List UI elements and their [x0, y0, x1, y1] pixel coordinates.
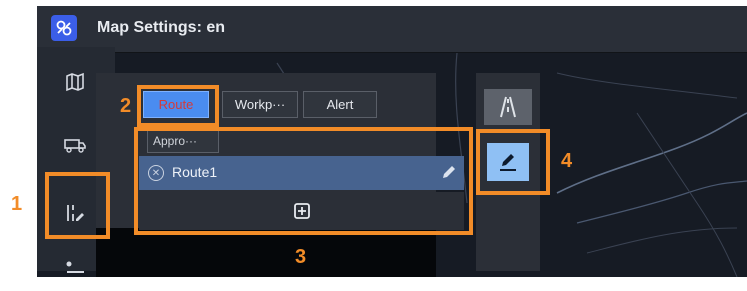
- callout-number-3: 3: [295, 246, 307, 268]
- callout-box-1: [45, 172, 110, 239]
- layer-icon[interactable]: [50, 249, 100, 291]
- callout-box-3: [134, 127, 473, 235]
- callout-number-2: 2: [120, 95, 132, 117]
- title-bar: Map Settings: en: [37, 6, 747, 53]
- map-icon[interactable]: [50, 61, 100, 103]
- callout-number-4: 4: [561, 150, 573, 172]
- app-logo-icon: [51, 15, 77, 41]
- tab-alert[interactable]: Alert: [303, 91, 377, 118]
- callout-number-1: 1: [11, 193, 23, 215]
- road-icon: [500, 96, 516, 118]
- tab-workplace[interactable]: Workp···: [222, 91, 298, 118]
- callout-box-2: [137, 85, 219, 127]
- road-view-button[interactable]: [484, 89, 532, 125]
- window-title: Map Settings: en: [97, 19, 226, 36]
- truck-icon[interactable]: [50, 123, 100, 165]
- callout-box-4: [476, 129, 550, 195]
- panel-footer: [96, 228, 436, 277]
